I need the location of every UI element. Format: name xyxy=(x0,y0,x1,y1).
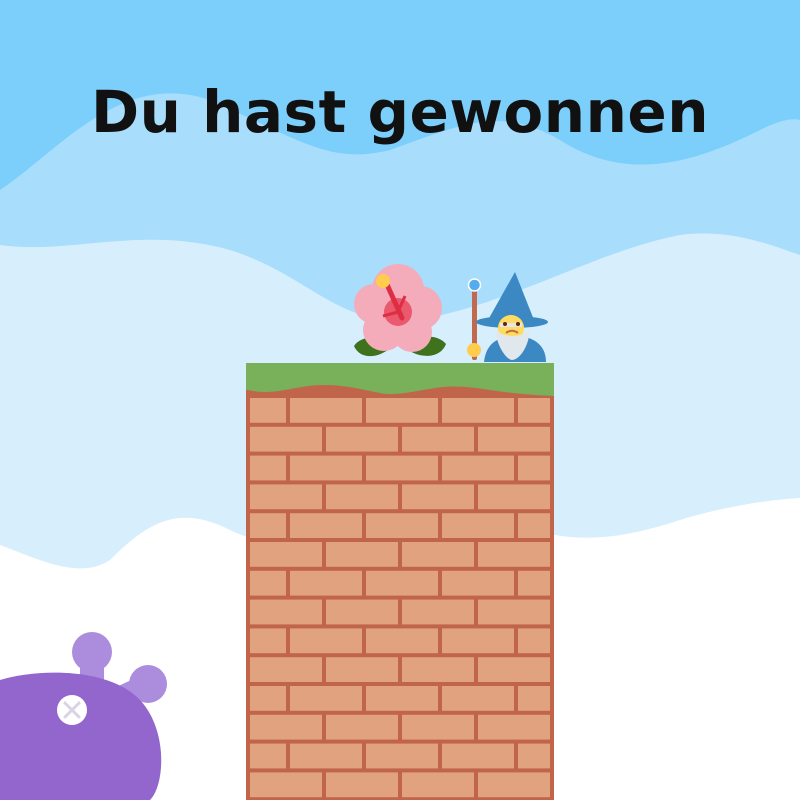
game-scene: Du hast gewonnen xyxy=(0,0,800,800)
creature-eye xyxy=(57,695,87,725)
purple-creature xyxy=(0,632,167,800)
creature-layer xyxy=(0,632,167,800)
